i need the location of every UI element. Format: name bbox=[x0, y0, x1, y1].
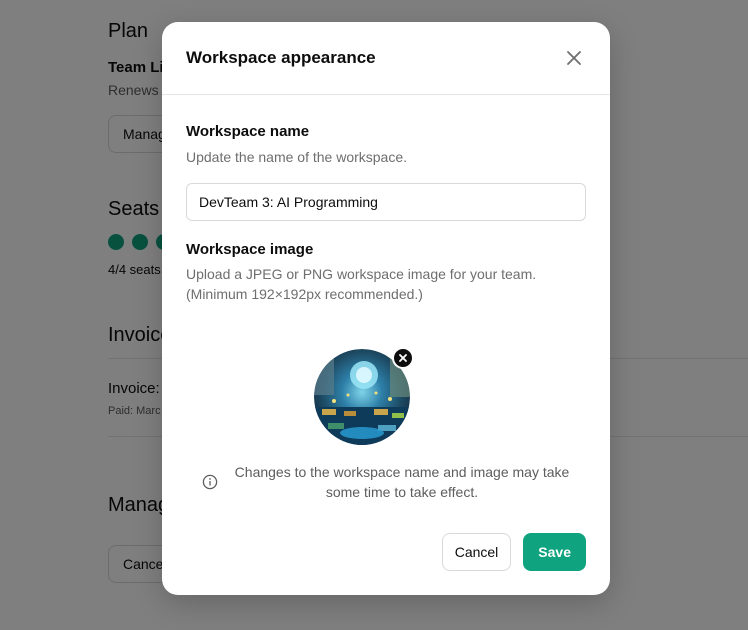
dialog-body: Workspace name Update the name of the wo… bbox=[162, 123, 610, 445]
image-description-line-1: Upload a JPEG or PNG workspace image for… bbox=[186, 266, 537, 282]
dialog-footer: Cancel Save bbox=[441, 533, 586, 571]
workspace-appearance-dialog: Workspace appearance Workspace name Upda… bbox=[162, 22, 610, 595]
image-description-line-2: (Minimum 192×192px recommended.) bbox=[186, 286, 423, 302]
workspace-name-description: Update the name of the workspace. bbox=[186, 149, 408, 165]
workspace-name-input[interactable] bbox=[186, 183, 586, 221]
dialog-title: Workspace appearance bbox=[186, 48, 376, 67]
close-button[interactable] bbox=[562, 46, 586, 70]
save-button[interactable]: Save bbox=[523, 533, 586, 571]
cancel-button[interactable]: Cancel bbox=[441, 533, 512, 571]
workspace-name-label: Workspace name bbox=[186, 123, 310, 140]
dialog-header: Workspace appearance bbox=[162, 22, 610, 95]
remove-image-icon bbox=[399, 354, 407, 362]
remove-image-button[interactable] bbox=[392, 347, 414, 369]
workspace-image-preview bbox=[314, 347, 414, 449]
notice: Changes to the workspace name and image … bbox=[202, 462, 570, 502]
workspace-image-label: Workspace image bbox=[186, 241, 314, 258]
notice-text: Changes to the workspace name and image … bbox=[234, 464, 570, 500]
workspace-image-description: Upload a JPEG or PNG workspace image for… bbox=[186, 264, 586, 304]
info-icon bbox=[202, 474, 218, 490]
close-icon bbox=[567, 51, 581, 65]
page: Plan Team Li Renews o Manag Seats 4/4 se… bbox=[0, 0, 748, 630]
